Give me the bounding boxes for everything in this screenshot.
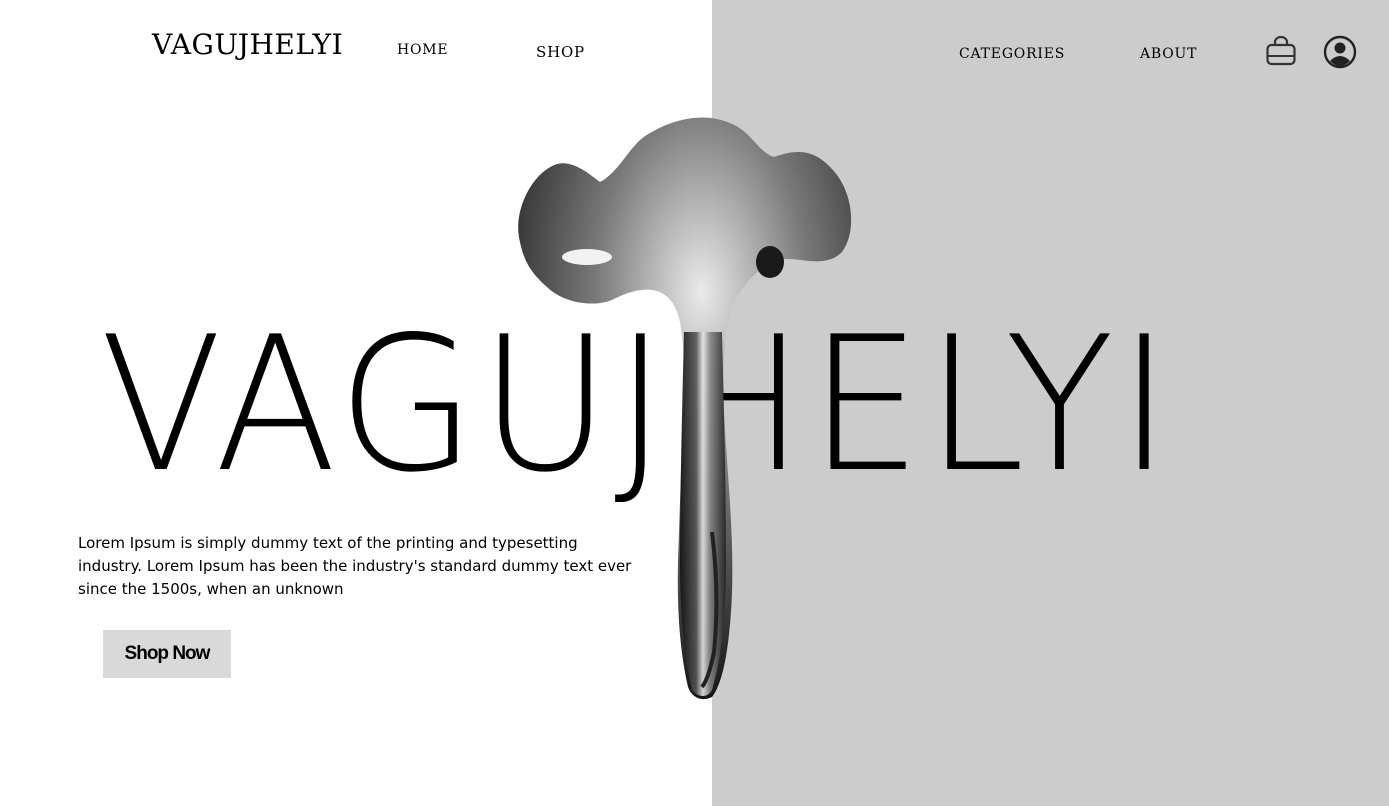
nav-categories-link[interactable]: CATEGORIES — [959, 46, 1065, 62]
brand-logo[interactable]: VAGUJHELYI — [152, 28, 343, 61]
nav-about-link[interactable]: ABOUT — [1140, 46, 1197, 62]
shopping-bag-icon[interactable] — [1265, 35, 1297, 67]
hero-description: Lorem Ipsum is simply dummy text of the … — [78, 534, 632, 598]
user-circle-icon[interactable] — [1323, 35, 1357, 69]
shop-now-button[interactable]: Shop Now — [103, 630, 231, 678]
nav-home-link[interactable]: HOME — [397, 42, 448, 58]
bone-sculpture-image — [518, 117, 852, 700]
nav-shop-link[interactable]: SHOP — [536, 43, 585, 61]
